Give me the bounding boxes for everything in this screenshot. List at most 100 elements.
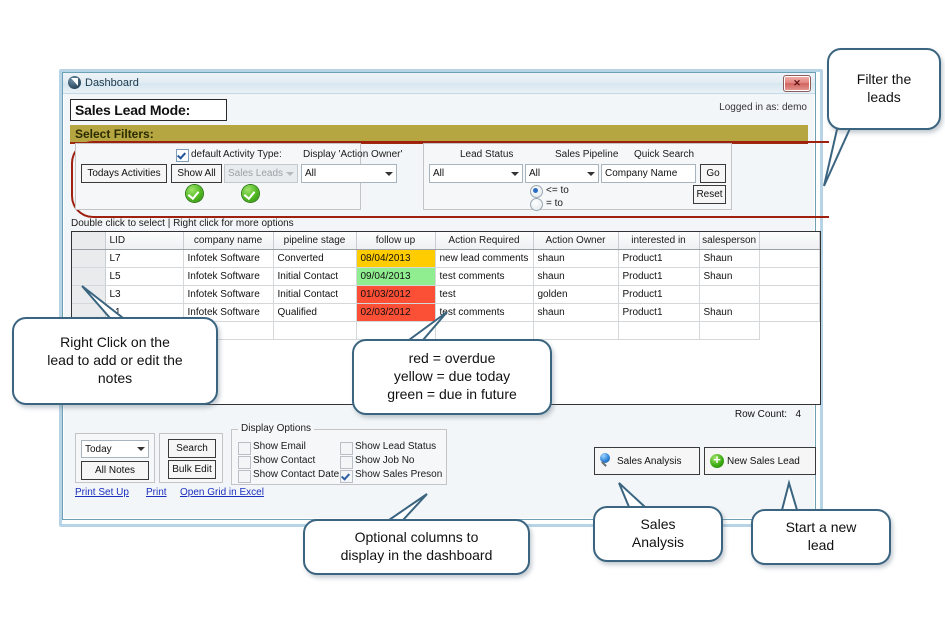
cell-pipeline-stage[interactable]: Converted [273, 249, 357, 268]
cell-follow-up[interactable]: 02/03/2012 [356, 303, 436, 322]
cell-lid[interactable]: L7 [105, 249, 184, 268]
period-value: Today [85, 443, 112, 455]
option-label-show-email: Show Email [253, 441, 306, 452]
chevron-down-icon [587, 171, 595, 176]
row-count-value: 4 [795, 409, 801, 420]
display-options-legend: Display Options [238, 423, 315, 434]
col-header-action-owner[interactable]: Action Owner [533, 232, 619, 250]
search-button[interactable]: Search [168, 439, 216, 458]
option-label-show-lead-status: Show Lead Status [355, 441, 437, 452]
cell-action-owner[interactable]: golden [533, 285, 619, 304]
cell-lid[interactable]: L3 [105, 285, 184, 304]
option-checkbox-show-sales-preson[interactable] [340, 470, 353, 483]
logged-in-label: Logged in as: demo [719, 102, 807, 113]
cell-salesperson[interactable]: Shaun [699, 249, 760, 268]
empty-cell [356, 321, 436, 340]
cell-follow-up[interactable]: 08/04/2013 [356, 249, 436, 268]
table-row[interactable]: L3 Infotek Software Initial Contact 01/03/2… [72, 285, 820, 304]
cell-pipeline-stage[interactable]: Qualified [273, 303, 357, 322]
todays-activities-button[interactable]: Todays Activities [81, 164, 167, 183]
sales-pipeline-value: All [529, 168, 541, 179]
cell-salesperson[interactable]: Shaun [699, 303, 760, 322]
col-header-lid[interactable]: LID [105, 232, 184, 250]
row-selector-cell[interactable] [72, 249, 106, 268]
cell-follow-up[interactable]: 09/04/2013 [356, 267, 436, 286]
cell-pipeline-stage[interactable]: Initial Contact [273, 285, 357, 304]
col-header-action-required[interactable]: Action Required [435, 232, 534, 250]
cell-interested-in[interactable]: Product1 [618, 267, 700, 286]
cell-company-name[interactable]: Infotek Software [183, 285, 274, 304]
lead-status-value: All [433, 168, 445, 179]
radio-eq[interactable] [530, 198, 543, 211]
reset-button[interactable]: Reset [693, 185, 726, 204]
display-action-owner-select[interactable]: All [301, 164, 397, 183]
window-title-bar: Dashboard ✕ [63, 73, 815, 94]
empty-cell [273, 321, 357, 340]
option-checkbox-show-lead-status[interactable] [340, 442, 353, 455]
option-checkbox-show-email[interactable] [238, 442, 251, 455]
cell-salesperson[interactable]: Shaun [699, 267, 760, 286]
cell-company-name[interactable]: Infotek Software [183, 249, 274, 268]
period-panel: Today All Notes [75, 433, 155, 483]
print-link[interactable]: Print [146, 487, 167, 498]
period-select[interactable]: Today [81, 440, 149, 458]
option-checkbox-show-job-no[interactable] [340, 456, 353, 469]
lead-status-select[interactable]: All [429, 164, 523, 183]
callout-sales-analysis: Sales Analysis [593, 506, 723, 562]
table-row[interactable]: L5 Infotek Software Initial Contact 09/04/2… [72, 267, 820, 286]
option-checkbox-show-contact-date[interactable] [238, 470, 251, 483]
cell-action-required[interactable]: new lead comments [435, 249, 534, 268]
col-header-pipeline-stage[interactable]: pipeline stage [273, 232, 357, 250]
cell-interested-in[interactable]: Product1 [618, 285, 700, 304]
radio-lte[interactable] [530, 185, 543, 198]
new-sales-lead-button[interactable]: New Sales Lead [704, 447, 816, 475]
cell-company-name[interactable]: Infotek Software [183, 267, 274, 286]
table-row[interactable]: L7 Infotek Software Converted 08/04/2013 new… [72, 249, 820, 268]
cell-action-owner[interactable]: shaun [533, 249, 619, 268]
row-count: Row Count: 4 [735, 409, 801, 420]
cell-action-required[interactable]: test [435, 285, 534, 304]
col-header-follow-up[interactable]: follow up [356, 232, 436, 250]
default-checkbox-label: default [191, 149, 222, 160]
close-icon[interactable]: ✕ [783, 75, 811, 92]
option-checkbox-show-contact[interactable] [238, 456, 251, 469]
cell-action-owner[interactable]: shaun [533, 303, 619, 322]
row-selector-cell[interactable] [72, 285, 106, 304]
cell-interested-in[interactable]: Product1 [618, 303, 700, 322]
col-header-company-name[interactable]: company name [183, 232, 274, 250]
col-header-salesperson[interactable]: salesperson [699, 232, 760, 250]
callout-start-new-lead-text: Start a new lead [785, 519, 857, 553]
activity-type-label: Activity Type: [223, 149, 282, 160]
open-grid-in-excel-link[interactable]: Open Grid in Excel [180, 487, 264, 498]
cell-action-owner[interactable]: shaun [533, 267, 619, 286]
quick-search-input[interactable]: Company Name [601, 164, 696, 183]
default-checkbox[interactable] [176, 149, 189, 162]
option-label-show-job-no: Show Job No [355, 455, 415, 466]
col-header-interested-in[interactable]: interested in [618, 232, 700, 250]
row-selector-header [72, 232, 106, 250]
cell-follow-up[interactable]: 01/03/2012 [356, 285, 436, 304]
all-notes-button[interactable]: All Notes [81, 461, 149, 480]
bulk-edit-button[interactable]: Bulk Edit [168, 460, 216, 479]
app-logo-icon [68, 76, 81, 89]
cell-action-required[interactable]: test comments [435, 303, 534, 322]
cell-action-required[interactable]: test comments [435, 267, 534, 286]
cell-pipeline-stage[interactable]: Initial Contact [273, 267, 357, 286]
sales-analysis-label: Sales Analysis [617, 455, 682, 467]
show-all-button[interactable]: Show All [171, 164, 222, 183]
quick-search-label: Quick Search [634, 149, 695, 160]
cell-salesperson[interactable] [699, 285, 760, 304]
empty-cell [618, 321, 700, 340]
sales-pipeline-select[interactable]: All [525, 164, 599, 183]
cell-lid[interactable]: L5 [105, 267, 184, 286]
go-button[interactable]: Go [700, 164, 726, 183]
print-set-up-link[interactable]: Print Set Up [75, 487, 129, 498]
window-title: Dashboard [85, 77, 139, 89]
select-filters-header: Select Filters: [70, 125, 808, 144]
cell-interested-in[interactable]: Product1 [618, 249, 700, 268]
row-selector-cell[interactable] [72, 267, 106, 286]
activity-type-select[interactable]: Sales Leads [224, 164, 298, 183]
sales-analysis-button[interactable]: Sales Analysis [594, 447, 700, 475]
radio-eq-label: = to [546, 198, 563, 209]
chevron-down-icon [385, 171, 393, 176]
